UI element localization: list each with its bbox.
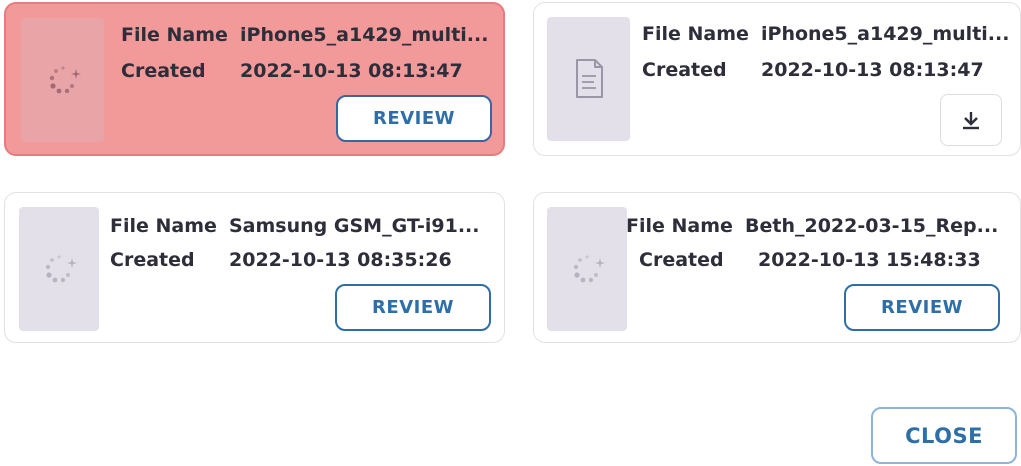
created-value: 2022-10-13 08:35:26 xyxy=(229,249,452,271)
document-icon xyxy=(575,59,603,98)
file-card[interactable]: File Name Beth_2022-03-15_Rep... Created… xyxy=(533,192,1021,343)
created-label: Created xyxy=(110,249,195,271)
file-thumbnail xyxy=(19,207,99,331)
file-name-value: iPhone5_a1429_multi... xyxy=(761,23,1010,45)
review-button[interactable]: REVIEW xyxy=(335,284,491,331)
loading-spinner-icon xyxy=(573,255,605,283)
created-value: 2022-10-13 08:13:47 xyxy=(240,60,463,82)
file-name-label: File Name xyxy=(626,215,733,237)
review-button[interactable]: REVIEW xyxy=(336,95,492,142)
download-icon xyxy=(963,112,979,130)
created-row: Created 2022-10-13 15:48:33 xyxy=(639,249,981,271)
file-card[interactable]: File Name iPhone5_a1429_multi... Created… xyxy=(533,2,1021,156)
loading-spinner-icon xyxy=(49,66,81,94)
review-button[interactable]: REVIEW xyxy=(844,284,1000,331)
loading-spinner-icon xyxy=(45,255,77,283)
file-name-row: File Name Samsung GSM_GT-i91... xyxy=(110,215,480,237)
file-thumbnail xyxy=(21,18,104,142)
file-list-dialog: File Name iPhone5_a1429_multi... Created… xyxy=(0,0,1021,466)
created-label: Created xyxy=(121,60,206,82)
file-name-label: File Name xyxy=(121,24,228,46)
file-name-label: File Name xyxy=(110,215,217,237)
created-row: Created 2022-10-13 08:13:47 xyxy=(642,59,984,81)
file-name-value: iPhone5_a1429_multi... xyxy=(240,24,489,46)
close-button[interactable]: CLOSE xyxy=(871,407,1017,464)
created-value: 2022-10-13 08:13:47 xyxy=(761,59,984,81)
file-name-row: File Name iPhone5_a1429_multi... xyxy=(642,23,1009,45)
download-button[interactable] xyxy=(940,94,1002,146)
file-thumbnail xyxy=(547,207,627,331)
created-value: 2022-10-13 15:48:33 xyxy=(758,249,981,271)
created-row: Created 2022-10-13 08:13:47 xyxy=(121,60,463,82)
created-row: Created 2022-10-13 08:35:26 xyxy=(110,249,452,271)
file-card-selected[interactable]: File Name iPhone5_a1429_multi... Created… xyxy=(4,2,505,156)
file-name-label: File Name xyxy=(642,23,749,45)
file-name-value: Beth_2022-03-15_Rep... xyxy=(745,215,999,237)
file-thumbnail xyxy=(547,17,630,141)
created-label: Created xyxy=(639,249,724,271)
file-name-row: File Name iPhone5_a1429_multi... xyxy=(121,24,488,46)
file-card[interactable]: File Name Samsung GSM_GT-i91... Created … xyxy=(4,192,505,343)
file-name-row: File Name Beth_2022-03-15_Rep... xyxy=(626,215,998,237)
file-name-value: Samsung GSM_GT-i91... xyxy=(229,215,480,237)
created-label: Created xyxy=(642,59,727,81)
